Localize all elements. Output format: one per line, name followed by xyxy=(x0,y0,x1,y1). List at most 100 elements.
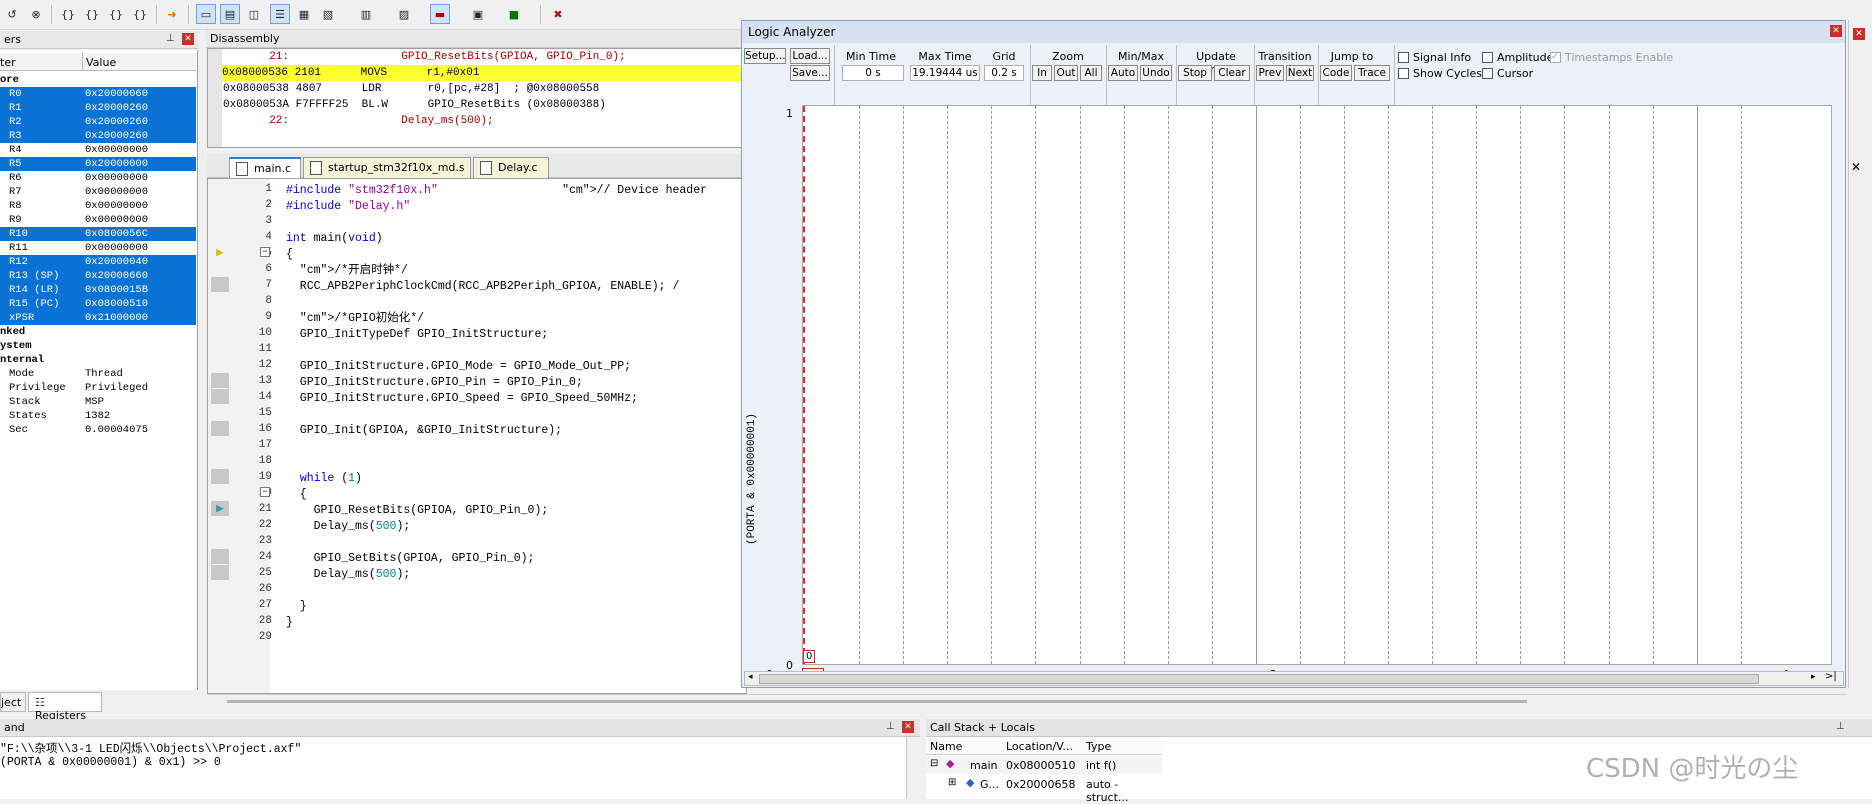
disassembly-margin[interactable] xyxy=(208,49,222,147)
disassembly-line[interactable]: 22: Delay_ms(500); xyxy=(223,113,743,129)
register-row[interactable]: R7 0x00000000 xyxy=(0,185,196,199)
code-line[interactable]: int main(void) xyxy=(286,231,383,247)
load-button[interactable]: Load... xyxy=(790,48,830,64)
auto-button[interactable]: Auto xyxy=(1108,65,1138,81)
register-row[interactable]: R5 0x20000000 xyxy=(0,157,196,171)
run-to-cursor-icon[interactable]: {} xyxy=(130,4,150,24)
waveform-plot[interactable]: 0 xyxy=(802,105,1832,665)
editor-scrollbar[interactable] xyxy=(207,694,1847,710)
show-cycles-checkbox[interactable] xyxy=(1398,68,1409,79)
symbols-window-icon[interactable]: ◫ xyxy=(244,4,264,24)
memory-windows-icon[interactable]: ▥ xyxy=(356,4,376,24)
pin-icon[interactable]: ⊥ xyxy=(166,33,175,44)
disassembly-pane[interactable]: 21: GPIO_ResetBits(GPIOA, GPIO_Pin_0); 0x… xyxy=(207,48,747,148)
command-scrollbar[interactable] xyxy=(906,737,920,799)
register-row[interactable]: R3 0x20000260 xyxy=(0,129,196,143)
setup-button[interactable]: Setup... xyxy=(744,48,786,64)
stop-icon[interactable]: ⊗ xyxy=(26,4,46,24)
code-line[interactable]: GPIO_InitStructure.GPIO_Pin = GPIO_Pin_0… xyxy=(286,375,583,391)
register-row[interactable]: R13 (SP) 0x20000660 xyxy=(0,269,196,283)
pin-icon[interactable]: ⊥ xyxy=(886,721,895,732)
code-line[interactable]: RCC_APB2PeriphClockCmd(RCC_APB2Periph_GP… xyxy=(286,279,680,295)
code-line[interactable]: GPIO_InitStructure.GPIO_Speed = GPIO_Spe… xyxy=(286,391,638,407)
code-line[interactable]: } xyxy=(286,599,307,615)
horizontal-scrollbar[interactable]: ◂ ▸ >| xyxy=(744,671,1844,686)
register-row[interactable]: R8 0x00000000 xyxy=(0,199,196,213)
close-icon[interactable]: ✕ xyxy=(902,721,914,733)
code-line[interactable]: GPIO_Init(GPIOA, &GPIO_InitStructure); xyxy=(286,423,562,439)
signal-info-checkbox[interactable] xyxy=(1398,52,1409,63)
close-icon[interactable]: ✕ xyxy=(1851,160,1861,174)
disassembly-line[interactable]: 0x0800053A F7FFFF25 BL.W GPIO_ResetBits … xyxy=(223,97,743,113)
scroll-end-icon[interactable]: >| xyxy=(1825,671,1837,682)
register-row[interactable]: Privilege Privileged xyxy=(0,381,196,395)
step-over-icon[interactable]: {} xyxy=(82,4,102,24)
step-into-icon[interactable]: {} xyxy=(58,4,78,24)
callstack-col-name[interactable]: Name xyxy=(930,740,962,753)
register-row[interactable]: ystem xyxy=(0,339,196,353)
register-row[interactable]: nternal xyxy=(0,353,196,367)
tab-main-c[interactable]: main.c xyxy=(229,157,301,178)
code-line[interactable]: "cm">/*开启时钟*/ xyxy=(286,263,408,279)
trace-windows-icon[interactable]: ▣ xyxy=(468,4,488,24)
close-icon[interactable]: ✕ xyxy=(1830,25,1842,37)
analysis-windows-icon[interactable]: ▬ xyxy=(430,4,450,24)
zoom-in-button[interactable]: In xyxy=(1032,65,1052,81)
scrollbar-thumb[interactable] xyxy=(759,674,1759,684)
cursor-line[interactable] xyxy=(803,106,805,664)
column-divider[interactable] xyxy=(82,53,83,71)
register-row[interactable]: Sec 0.00004075 xyxy=(0,423,196,437)
signal-list[interactable]: (PORTA & 0x00000001) 1 0 xyxy=(742,105,802,672)
code-line[interactable]: Delay_ms(500); xyxy=(286,519,411,535)
command-pane[interactable]: "F:\\杂项\\3-1 LED闪烁\\Objects\\Project.axf… xyxy=(0,737,920,799)
register-row[interactable]: Mode Thread xyxy=(0,367,196,381)
register-row[interactable]: nked xyxy=(0,325,196,339)
close-icon[interactable]: ✕ xyxy=(1853,28,1865,40)
step-out-icon[interactable]: {} xyxy=(106,4,126,24)
code-line[interactable]: { xyxy=(286,247,293,263)
register-row[interactable]: R14 (LR) 0x0800015B xyxy=(0,283,196,297)
command-window-icon[interactable]: ▭ xyxy=(196,4,216,24)
tab-startup-file[interactable]: startup_stm32f10x_md.s xyxy=(303,157,471,178)
disassembly-line[interactable]: 0x08000538 4807 LDR r0,[pc,#28] ; @0x080… xyxy=(223,81,743,97)
register-row[interactable]: R1 0x20000260 xyxy=(0,101,196,115)
register-row[interactable]: R4 0x00000000 xyxy=(0,143,196,157)
register-row[interactable]: R10 0x0800056C xyxy=(0,227,196,241)
cursor-checkbox[interactable] xyxy=(1482,68,1493,79)
show-next-statement-icon[interactable]: ➜ xyxy=(162,4,182,24)
register-row[interactable]: R12 0x20000040 xyxy=(0,255,196,269)
toolbox-icon[interactable]: ✖ xyxy=(548,4,568,24)
code-line[interactable]: { xyxy=(286,487,307,503)
callstack-row[interactable]: ⊞ ◆ G... 0x20000658 auto - struct... xyxy=(926,775,1162,804)
save-button[interactable]: Save... xyxy=(790,65,830,81)
system-viewer-icon[interactable]: ■ xyxy=(504,4,524,24)
tab-delay-c[interactable]: Delay.c xyxy=(473,157,549,178)
register-value-column[interactable]: Value xyxy=(86,56,116,69)
code-editor[interactable]: 1234567891011121314151617181920212223242… xyxy=(207,178,747,694)
tab-registers[interactable]: ☷ Registers xyxy=(28,692,102,722)
callstack-col-location[interactable]: Location/V... xyxy=(1006,740,1073,753)
registers-window-icon[interactable]: ☰ xyxy=(270,4,290,24)
callstack-row[interactable]: ⊟ ◆ main 0x08000510 int f() xyxy=(926,756,1162,774)
amplitude-checkbox[interactable] xyxy=(1482,52,1493,63)
call-stack-icon[interactable]: ▦ xyxy=(294,4,314,24)
jump-code-button[interactable]: Code xyxy=(1320,65,1352,81)
callstack-col-type[interactable]: Type xyxy=(1086,740,1111,753)
code-line[interactable]: } xyxy=(286,615,293,631)
register-name-column[interactable]: ter xyxy=(0,56,16,69)
close-icon[interactable]: ✕ xyxy=(182,33,194,45)
jump-trace-button[interactable]: Trace xyxy=(1354,65,1390,81)
clear-button[interactable]: Clear xyxy=(1214,65,1250,81)
collapse-icon[interactable]: ⊟ xyxy=(930,758,938,769)
register-row[interactable]: R9 0x00000000 xyxy=(0,213,196,227)
code-line[interactable]: while (1) xyxy=(286,471,362,487)
register-row[interactable]: xPSR 0x21000000 xyxy=(0,311,196,325)
tab-project[interactable]: ject xyxy=(0,692,26,712)
pin-icon[interactable]: ⊥ xyxy=(1836,721,1845,732)
register-row[interactable]: R15 (PC) 0x08000510 xyxy=(0,297,196,311)
undo-button[interactable]: Undo xyxy=(1140,65,1172,81)
expand-icon[interactable]: ⊞ xyxy=(948,777,956,788)
register-row[interactable]: R0 0x20000060 xyxy=(0,87,196,101)
register-row[interactable]: ore xyxy=(0,73,196,87)
scroll-right-icon[interactable]: ▸ xyxy=(1811,672,1816,682)
